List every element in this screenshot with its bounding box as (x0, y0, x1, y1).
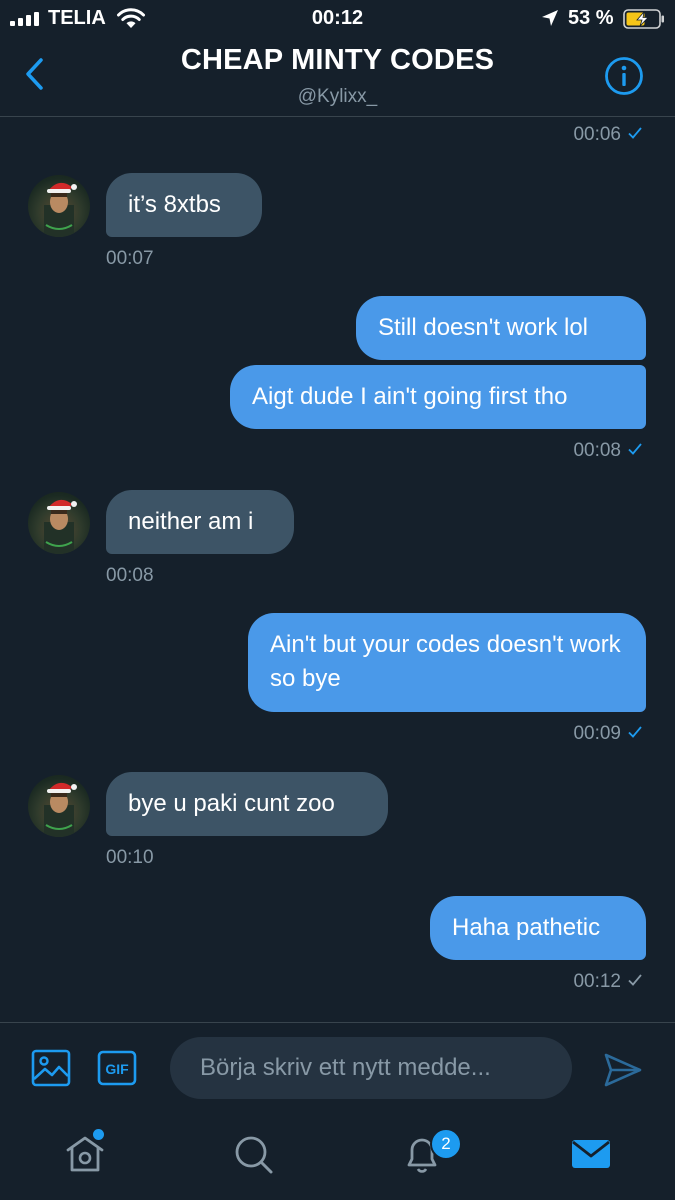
conversation-header: CHEAP MINTY CODES @Kylixx_ (0, 36, 675, 117)
message-bubble-outgoing[interactable]: Still doesn't work lol (356, 296, 646, 360)
conversation-handle[interactable]: @Kylixx_ (0, 86, 675, 108)
location-icon (542, 10, 558, 26)
avatar[interactable] (28, 775, 90, 837)
message-timestamp: 00:08 (573, 440, 643, 462)
message-timestamp: 00:08 (106, 565, 154, 586)
image-icon[interactable] (31, 1048, 71, 1088)
sent-check-icon (628, 974, 642, 986)
search-icon[interactable] (231, 1132, 275, 1176)
notifications-badge: 2 (430, 1128, 462, 1160)
wifi-icon (117, 8, 145, 28)
avatar[interactable] (28, 175, 90, 237)
read-check-icon (628, 443, 642, 455)
message-timestamp: 00:07 (106, 248, 154, 269)
conversation-title[interactable]: CHEAP MINTY CODES (0, 44, 675, 77)
santa-hat-avatar-image (44, 182, 77, 237)
message-bubble-outgoing[interactable]: Ain't but your codes doesn't work so bye (248, 613, 646, 712)
info-icon[interactable] (604, 56, 644, 96)
message-timestamp: 00:09 (573, 723, 643, 745)
message-timestamp: 00:06 (573, 124, 643, 146)
message-bubble-outgoing[interactable]: Aigt dude I ain't going first tho (230, 365, 646, 429)
bottom-tab-bar (0, 1114, 675, 1200)
message-bubble-incoming[interactable]: bye u paki cunt zoo (106, 772, 388, 836)
avatar[interactable] (28, 492, 90, 554)
gif-icon: GIF (97, 1050, 137, 1086)
messages-envelope-icon[interactable] (569, 1132, 613, 1176)
status-bar: TELIA 00:12 53 % (0, 0, 675, 36)
message-bubble-incoming[interactable]: neither am i (106, 490, 294, 554)
battery-charging-icon (623, 9, 664, 29)
carrier-name: TELIA (48, 7, 106, 29)
message-composer: GIF (0, 1022, 675, 1115)
message-input[interactable] (170, 1037, 572, 1099)
gif-label: GIF (105, 1061, 129, 1077)
message-bubble-outgoing[interactable]: Haha pathetic (430, 896, 646, 960)
send-icon[interactable] (603, 1051, 643, 1089)
message-timestamp: 00:12 (573, 971, 643, 993)
message-bubble-incoming[interactable]: it’s 8xtbs (106, 173, 262, 237)
signal-icon (10, 12, 39, 26)
new-tweets-indicator (93, 1129, 104, 1140)
gif-button[interactable]: GIF (97, 1050, 137, 1086)
read-check-icon (628, 127, 642, 139)
santa-hat-avatar-image (44, 782, 77, 837)
message-timestamp: 00:10 (106, 847, 154, 868)
santa-hat-avatar-image (44, 499, 77, 554)
battery-percent: 53 % (568, 7, 614, 29)
read-check-icon (628, 726, 642, 738)
